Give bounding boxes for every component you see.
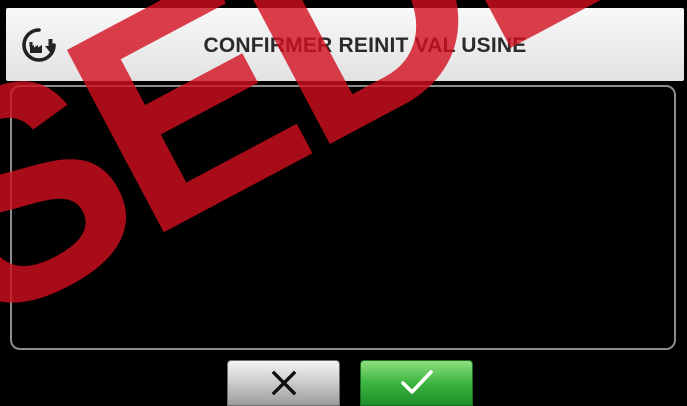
- close-icon: [270, 369, 298, 397]
- factory-reset-confirm-screen: CONFIRMER REINIT VAL USINE SEDE: [0, 0, 687, 406]
- check-icon: [397, 368, 437, 398]
- page-title: CONFIRMER REINIT VAL USINE: [203, 34, 527, 57]
- title-bar: CONFIRMER REINIT VAL USINE: [6, 8, 684, 81]
- message-panel: [10, 85, 676, 350]
- factory-reset-icon: [19, 25, 59, 65]
- cancel-button[interactable]: [227, 360, 340, 406]
- confirm-button[interactable]: [360, 360, 473, 406]
